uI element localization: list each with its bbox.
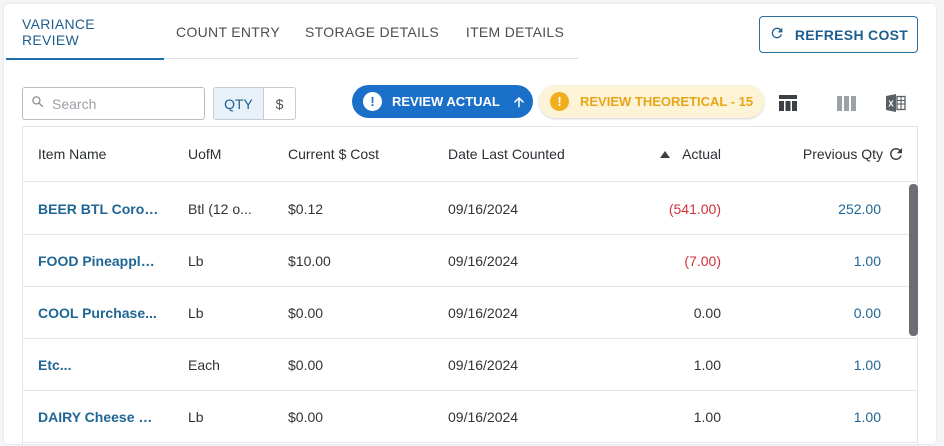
table-row[interactable]: Etc... Each $0.00 09/16/2024 1.00 1.00: [23, 339, 917, 391]
date-cell: 09/16/2024: [448, 304, 519, 321]
refresh-cost-label: REFRESH COST: [794, 26, 909, 43]
item-name-cell: Etc...: [38, 339, 160, 390]
date-cell: 09/16/2024: [448, 356, 519, 373]
column-header-actual-label: Actual: [682, 146, 721, 162]
column-header-previous-qty-label: Previous Qty: [802, 146, 883, 162]
column-header-item-name[interactable]: Item Name: [38, 127, 160, 181]
actual-cell: 1.00: [693, 408, 721, 425]
item-name-cell: FOOD Pineapple ...: [38, 235, 160, 286]
variance-card: VARIANCE REVIEW COUNT ENTRY STORAGE DETA…: [4, 4, 936, 446]
reset-icon[interactable]: [887, 145, 905, 163]
column-header-current-cost[interactable]: Current $ Cost: [288, 127, 428, 181]
svg-text:X: X: [888, 100, 894, 109]
excel-export-icon[interactable]: X: [884, 91, 908, 115]
columns-icon[interactable]: [834, 91, 858, 115]
cost-cell: $0.00: [288, 304, 324, 321]
table-row[interactable]: COOL Purchase... Lb $0.00 09/16/2024 0.0…: [23, 287, 917, 339]
date-cell: 09/16/2024: [448, 252, 519, 269]
qty-toggle-button[interactable]: QTY: [214, 88, 264, 119]
item-name-link[interactable]: FOOD Pineapple ...: [38, 235, 160, 286]
tab-variance-review[interactable]: VARIANCE REVIEW: [6, 4, 164, 60]
alert-icon: !: [550, 92, 569, 111]
tab-storage-details[interactable]: STORAGE DETAILS: [292, 4, 452, 59]
actual-cell: 0.00: [693, 304, 721, 321]
item-name-link[interactable]: COOL Purchase...: [38, 287, 157, 338]
actual-cell: (7.00): [684, 252, 721, 269]
previous-qty-cell: 1.00: [853, 356, 881, 373]
refresh-icon: [769, 25, 785, 44]
item-name-link[interactable]: BEER BTL Coron...: [38, 183, 160, 234]
review-theoretical-label: REVIEW THEORETICAL - 15: [580, 94, 754, 109]
search-input[interactable]: [52, 95, 192, 112]
uom-cell: Lb: [188, 408, 204, 425]
arrow-up-icon: [512, 95, 526, 109]
refresh-cost-button[interactable]: REFRESH COST: [759, 16, 918, 53]
previous-qty-cell: 1.00: [853, 252, 881, 269]
dollar-toggle-button[interactable]: $: [264, 88, 295, 119]
search-box: [22, 87, 205, 120]
uom-cell: Btl (12 o...: [188, 200, 252, 217]
table-row[interactable]: FOOD Pineapple ... Lb $10.00 09/16/2024 …: [23, 235, 917, 287]
column-header-actual[interactable]: Actual: [623, 127, 721, 181]
uom-cell: Each: [188, 356, 220, 373]
previous-qty-cell: 1.00: [853, 408, 881, 425]
cost-cell: $10.00: [288, 252, 331, 269]
actual-cell: (541.00): [668, 200, 721, 217]
review-actual-button[interactable]: ! REVIEW ACTUAL: [352, 85, 533, 118]
variance-table: Item Name UofM Current $ Cost Date Last …: [22, 126, 918, 446]
table-row[interactable]: DAIRY Cheese C... Lb $0.00 09/16/2024 1.…: [23, 391, 917, 443]
uom-cell: Lb: [188, 304, 204, 321]
date-cell: 09/16/2024: [448, 408, 519, 425]
tab-bar: VARIANCE REVIEW COUNT ENTRY STORAGE DETA…: [6, 4, 578, 60]
cost-cell: $0.00: [288, 356, 324, 373]
item-name-cell: BEER BTL Coron...: [38, 183, 160, 234]
cost-cell: $0.12: [288, 200, 324, 217]
table-header-row: Item Name UofM Current $ Cost Date Last …: [23, 127, 917, 182]
previous-qty-cell: 252.00: [838, 200, 881, 217]
search-icon: [31, 95, 44, 113]
vertical-scrollbar-thumb[interactable]: [909, 184, 918, 336]
review-theoretical-button[interactable]: ! REVIEW THEORETICAL - 15: [539, 85, 764, 118]
item-name-cell: COOL Purchase...: [38, 287, 160, 338]
sort-ascending-icon: [660, 150, 671, 158]
uom-cell: Lb: [188, 252, 204, 269]
cost-cell: $0.00: [288, 408, 324, 425]
column-header-uom[interactable]: UofM: [188, 127, 260, 181]
qty-dollar-toggle: QTY $: [213, 87, 296, 120]
tab-item-details[interactable]: ITEM DETAILS: [452, 4, 578, 59]
column-header-previous-qty[interactable]: Previous Qty: [753, 127, 905, 181]
table-row[interactable]: BEER BTL Coron... Btl (12 o... $0.12 09/…: [23, 183, 917, 235]
previous-qty-cell: 0.00: [853, 304, 881, 321]
date-cell: 09/16/2024: [448, 200, 519, 217]
item-name-link[interactable]: DAIRY Cheese C...: [38, 391, 160, 442]
column-header-date-last-counted[interactable]: Date Last Counted: [448, 127, 608, 181]
actual-cell: 1.00: [693, 356, 721, 373]
item-name-link[interactable]: Etc...: [38, 339, 71, 390]
table-layout-icon[interactable]: [776, 91, 800, 115]
alert-icon: !: [363, 92, 382, 111]
review-actual-label: REVIEW ACTUAL: [392, 94, 500, 109]
tab-count-entry[interactable]: COUNT ENTRY: [164, 4, 292, 59]
item-name-cell: DAIRY Cheese C...: [38, 391, 160, 442]
